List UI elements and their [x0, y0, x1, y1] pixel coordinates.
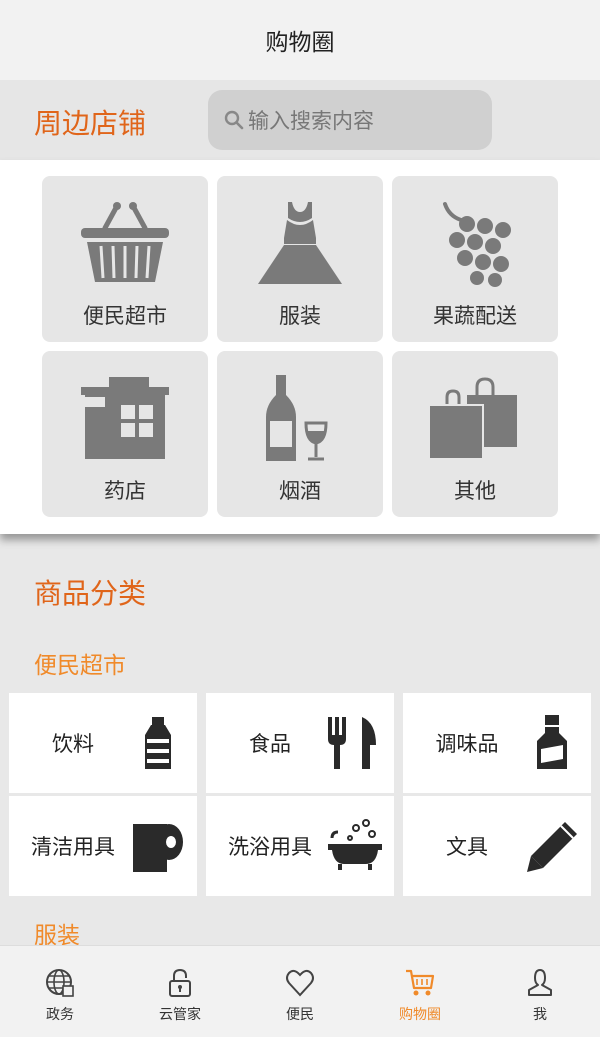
shop-label: 服装 [279, 304, 321, 328]
bottom-tab-bar: 政务 云管家 便民 购物圈 我 [0, 945, 600, 1037]
nearby-shops-title: 周边店铺 [34, 107, 147, 140]
category-label: 食品 [249, 732, 291, 756]
tab-convenience[interactable]: 便民 [240, 946, 360, 1037]
tab-cloud-steward[interactable]: 云管家 [120, 946, 240, 1037]
store-icon [81, 377, 169, 459]
shop-label: 果蔬配送 [433, 304, 517, 328]
wine-icon [266, 375, 328, 461]
tab-label: 政务 [46, 1007, 74, 1023]
categories-title: 商品分类 [34, 577, 147, 610]
person-icon [528, 969, 552, 996]
tab-label: 便民 [286, 1007, 314, 1023]
shop-tile-clothing[interactable]: 服装 [217, 176, 383, 342]
category-label: 清洁用具 [31, 835, 115, 859]
category-group-title: 便民超市 [34, 653, 126, 679]
shop-tile-convenience[interactable]: 便民超市 [42, 176, 208, 342]
tab-label: 云管家 [159, 1007, 201, 1023]
nearby-shops-panel: 便民超市 服装 果蔬配送 药店 烟酒 其他 [0, 160, 600, 534]
shop-label: 烟酒 [279, 479, 321, 503]
bathtub-icon [328, 819, 382, 870]
globe-icon [46, 969, 74, 997]
app-header: 购物圈 [0, 0, 600, 80]
shop-tile-tobacco-wine[interactable]: 烟酒 [217, 351, 383, 517]
search-placeholder: 输入搜索内容 [248, 109, 374, 133]
shop-tile-other[interactable]: 其他 [392, 351, 558, 517]
tab-label: 我 [533, 1007, 547, 1023]
dress-icon [258, 202, 342, 284]
category-label: 饮料 [52, 732, 94, 756]
category-tile-seasoning[interactable]: 调味品 [403, 693, 591, 793]
bottle-icon [145, 717, 171, 769]
toilet-paper-icon [133, 824, 183, 872]
pencil-icon [527, 822, 577, 872]
shop-label: 药店 [104, 479, 146, 503]
grapes-icon [443, 202, 511, 287]
tab-shopping-circle[interactable]: 购物圈 [360, 946, 480, 1037]
fork-knife-icon [328, 717, 376, 769]
search-input[interactable]: 输入搜索内容 [208, 90, 492, 150]
category-tile-stationery[interactable]: 文具 [403, 796, 591, 896]
tab-label: 购物圈 [399, 1007, 441, 1023]
shop-label: 便民超市 [83, 304, 167, 328]
page-title: 购物圈 [265, 30, 335, 56]
nearby-shops-bar: 周边店铺 输入搜索内容 [0, 80, 600, 160]
shop-tile-produce[interactable]: 果蔬配送 [392, 176, 558, 342]
basket-icon [81, 202, 169, 282]
category-tile-drinks[interactable]: 饮料 [9, 693, 197, 793]
category-label: 洗浴用具 [228, 835, 312, 859]
category-tile-cleaning[interactable]: 清洁用具 [9, 796, 197, 896]
category-label: 调味品 [435, 732, 499, 756]
lock-icon [169, 968, 191, 997]
shop-label: 其他 [454, 479, 496, 503]
tab-government[interactable]: 政务 [0, 946, 120, 1037]
category-tile-bath[interactable]: 洗浴用具 [206, 796, 394, 896]
sauce-bottle-icon [537, 715, 567, 769]
tab-me[interactable]: 我 [480, 946, 600, 1037]
category-tile-food[interactable]: 食品 [206, 693, 394, 793]
cart-icon [406, 969, 435, 996]
shop-tile-pharmacy[interactable]: 药店 [42, 351, 208, 517]
heart-icon [286, 969, 314, 997]
category-label: 文具 [446, 835, 488, 859]
search-icon [224, 110, 244, 130]
shopping-bags-icon [428, 377, 517, 460]
